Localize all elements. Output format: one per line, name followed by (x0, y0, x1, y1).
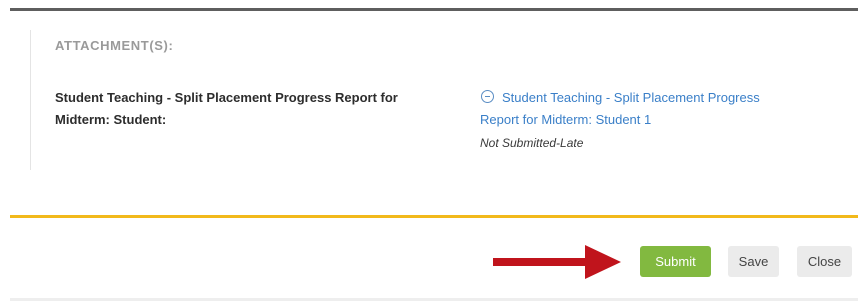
red-arrow-icon (493, 245, 621, 279)
section-left-border (30, 30, 31, 170)
top-divider (10, 8, 858, 11)
minus-circle-icon[interactable] (481, 90, 494, 103)
attachment-link-block: Student Teaching - Split Placement Progr… (480, 87, 825, 131)
attachment-label-line2: Midterm: Student: (55, 112, 167, 127)
close-button[interactable]: Close (797, 246, 852, 277)
attachment-link-line2[interactable]: Report for Midterm: Student 1 (480, 112, 651, 127)
submit-button[interactable]: Submit (640, 246, 711, 277)
bottom-divider (10, 298, 858, 301)
attachment-status: Not Submitted-Late (480, 136, 584, 150)
attachment-label: Student Teaching - Split Placement Progr… (55, 87, 460, 131)
attachment-link-line1[interactable]: Student Teaching - Split Placement Progr… (502, 90, 760, 105)
attachments-heading: ATTACHMENT(S): (55, 38, 174, 53)
footer-divider (10, 215, 858, 218)
save-button[interactable]: Save (728, 246, 779, 277)
attachment-label-line1: Student Teaching - Split Placement Progr… (55, 90, 398, 105)
